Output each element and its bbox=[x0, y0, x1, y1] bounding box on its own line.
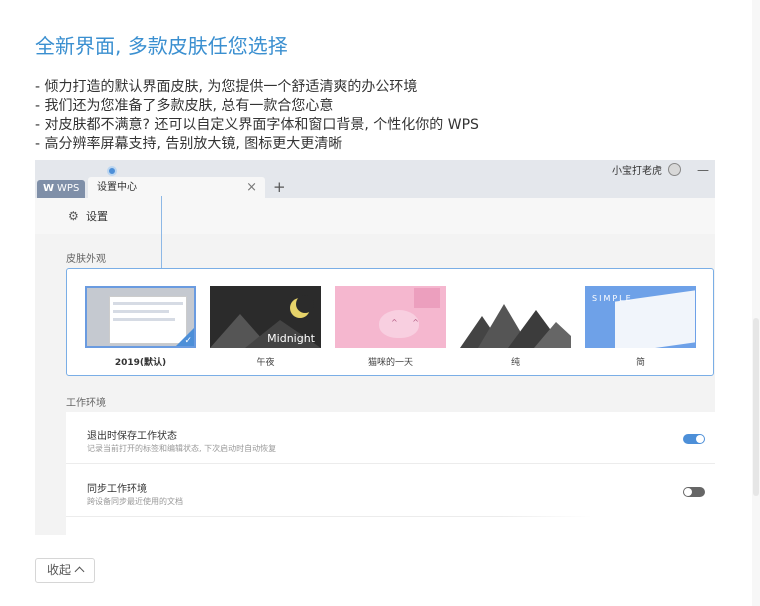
settings-header: ⚙ 设置 bbox=[35, 198, 715, 234]
page-title: 全新界面, 多款皮肤任您选择 bbox=[35, 34, 288, 58]
tab-pointer-dot bbox=[107, 166, 117, 176]
list-item: 退出时保存工作状态 记录当前打开的标签和编辑状态, 下次启动时自动恢复 bbox=[66, 412, 715, 464]
tab-label: 设置中心 bbox=[97, 182, 137, 193]
skin-section-label: 皮肤外观 bbox=[66, 254, 106, 265]
user-name: 小宝打老虎 bbox=[612, 166, 662, 177]
wps-home-tab[interactable]: W WPS bbox=[37, 180, 85, 198]
setting-title: 同步工作环境 bbox=[87, 484, 147, 495]
skin-thumbnail: Midnight bbox=[210, 286, 321, 348]
gear-icon: ⚙ bbox=[68, 209, 79, 223]
collapse-button[interactable]: 收起 bbox=[35, 558, 95, 583]
save-state-toggle[interactable] bbox=[683, 434, 705, 444]
skin-option-cat[interactable]: ^ ^ 猫咪的一天 bbox=[335, 286, 446, 368]
skin-name: 2019(默认) bbox=[114, 358, 167, 368]
feature-item: - 对皮肤都不满意? 还可以自定义界面字体和窗口背景, 个性化你的 WPS bbox=[35, 117, 479, 133]
sync-environment-toggle[interactable] bbox=[683, 487, 705, 497]
skin-thumbnail-label: SIMPLE bbox=[592, 294, 633, 303]
work-section-label: 工作环境 bbox=[66, 398, 106, 409]
list-item: 同步工作环境 跨设备同步最近使用的文档 bbox=[66, 465, 715, 517]
wps-logo-icon: W bbox=[43, 183, 55, 194]
mountain-icon bbox=[460, 304, 571, 348]
new-tab-button[interactable]: + bbox=[273, 178, 286, 196]
check-icon: ✓ bbox=[184, 336, 192, 346]
skin-option-2019[interactable]: ✓ 2019(默认) bbox=[85, 286, 196, 368]
chevron-up-icon bbox=[74, 566, 85, 577]
scrollbar-thumb[interactable] bbox=[753, 318, 759, 496]
wps-tab-label: WPS bbox=[57, 183, 80, 194]
minimize-button[interactable]: — bbox=[697, 163, 709, 177]
skin-thumbnail: ^ ^ bbox=[335, 286, 446, 348]
feature-item: - 我们还为您准备了多款皮肤, 总有一款合您心意 bbox=[35, 98, 334, 114]
user-area[interactable]: 小宝打老虎 — bbox=[612, 162, 709, 178]
skin-option-pure[interactable]: 纯 bbox=[460, 286, 571, 368]
skin-name: 猫咪的一天 bbox=[367, 358, 413, 368]
skin-thumbnail bbox=[460, 286, 571, 348]
skin-name: 纯 bbox=[510, 358, 520, 368]
skin-thumbnail-label: Midnight bbox=[267, 332, 315, 345]
skin-option-simple[interactable]: SIMPLE 简 bbox=[585, 286, 696, 368]
feature-list: - 倾力打造的默认界面皮肤, 为您提供一个舒适清爽的办公环境 - 我们还为您准备… bbox=[35, 78, 479, 154]
skin-thumbnail: SIMPLE bbox=[585, 286, 696, 348]
settings-title: 设置 bbox=[86, 210, 108, 223]
tab-settings-center[interactable]: 设置中心 × bbox=[88, 177, 265, 198]
skin-option-midnight[interactable]: Midnight 午夜 bbox=[210, 286, 321, 368]
feature-item: - 高分辨率屏幕支持, 告别放大镜, 图标更大更清晰 bbox=[35, 136, 343, 152]
skin-name: 简 bbox=[635, 358, 645, 368]
feature-item: - 倾力打造的默认界面皮肤, 为您提供一个舒适清爽的办公环境 bbox=[35, 79, 418, 95]
close-tab-icon[interactable]: × bbox=[246, 177, 257, 198]
setting-title: 退出时保存工作状态 bbox=[87, 431, 177, 442]
skin-thumbnail: ✓ bbox=[85, 286, 196, 348]
product-screenshot: W WPS 设置中心 × + 小宝打老虎 — ⚙ 设置 皮肤外观 ✓ 2019(… bbox=[35, 160, 715, 535]
skin-gallery: ✓ 2019(默认) Midnight 午夜 ^ ^ 猫咪的一天 纯 SIMPL… bbox=[66, 268, 714, 376]
collapse-label: 收起 bbox=[46, 563, 71, 577]
scrollbar[interactable] bbox=[752, 0, 760, 606]
setting-description: 跨设备同步最近使用的文档 bbox=[87, 497, 183, 506]
setting-description: 记录当前打开的标签和编辑状态, 下次启动时自动恢复 bbox=[87, 444, 277, 453]
skin-name: 午夜 bbox=[256, 358, 275, 368]
avatar[interactable] bbox=[668, 163, 681, 176]
window-titlebar: W WPS 设置中心 × + 小宝打老虎 — bbox=[35, 160, 715, 198]
